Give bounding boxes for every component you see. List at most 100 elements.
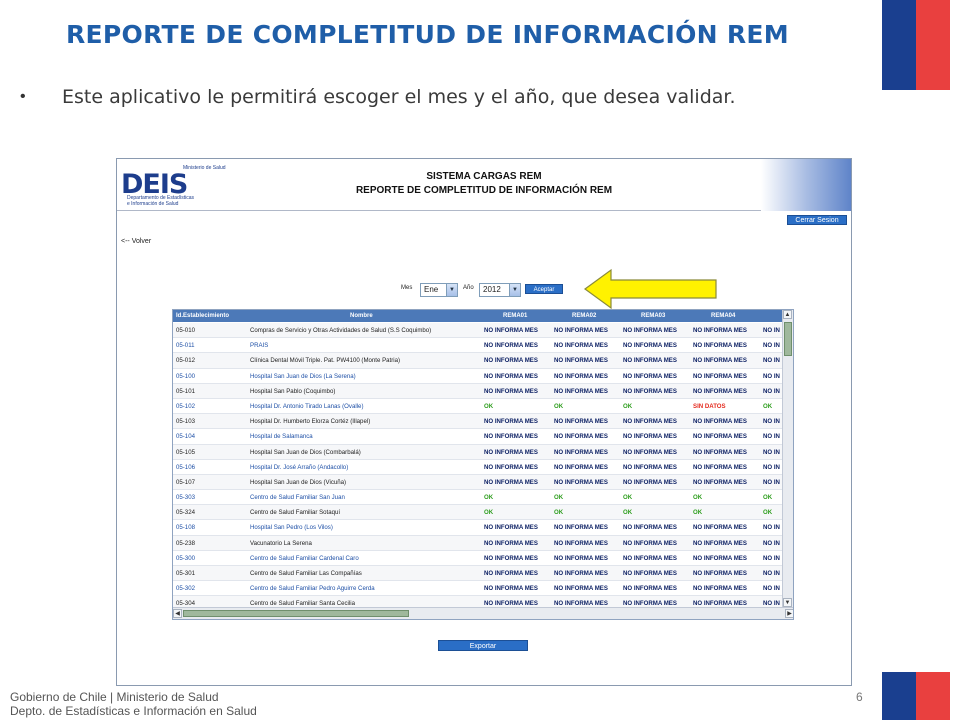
cell-rema01: NO INFORMA MES — [484, 342, 538, 350]
cell-rema02: NO INFORMA MES — [554, 418, 608, 426]
table-row: 05-100 Hospital San Juan de Dios (La Sere… — [173, 369, 783, 384]
export-button[interactable]: Exportar — [438, 640, 528, 651]
flag-stripes-top — [882, 0, 950, 90]
cell-id[interactable]: 05-108 — [176, 524, 195, 531]
slide-title: REPORTE DE COMPLETITUD DE INFORMACIÓN RE… — [66, 20, 789, 49]
flag-blue-stripe — [882, 672, 916, 720]
cell-name[interactable]: Hospital de Salamanca — [250, 433, 313, 440]
cell-name[interactable]: Centro de Salud Familiar San Juan — [250, 494, 345, 501]
cell-rema05: NO IN — [763, 387, 780, 395]
cell-rema05: NO IN — [763, 342, 780, 350]
flag-red-stripe — [916, 672, 950, 720]
cell-rema03: NO INFORMA MES — [623, 478, 677, 486]
cell-rema03: OK — [623, 509, 633, 517]
table-row: 05-108 Hospital San Pedro (Los Vilos) NO I… — [173, 520, 783, 536]
cell-rema01: NO INFORMA MES — [484, 463, 538, 471]
cell-id: 05-238 — [176, 539, 195, 547]
cell-name[interactable]: Centro de Salud Familiar Pedro Aguirre C… — [250, 585, 375, 592]
scroll-down-icon[interactable]: ▼ — [783, 598, 792, 607]
cell-rema02: NO INFORMA MES — [554, 524, 608, 532]
cell-id: 05-105 — [176, 448, 195, 456]
cell-rema01: NO INFORMA MES — [484, 554, 538, 562]
cell-rema04: OK — [693, 509, 703, 517]
cell-name[interactable]: Hospital Dr. José Arraño (Andacollo) — [250, 464, 348, 471]
cell-id[interactable]: 05-102 — [176, 403, 195, 410]
cell-name: Centro de Salud Familiar Sotaquí — [250, 509, 341, 517]
scroll-left-icon[interactable]: ◀ — [173, 609, 182, 618]
cell-name[interactable]: Hospital San Juan de Dios (La Serena) — [250, 373, 356, 380]
cell-rema02: NO INFORMA MES — [554, 463, 608, 471]
cell-rema01: OK — [484, 402, 494, 410]
cell-rema02: NO INFORMA MES — [554, 448, 608, 456]
scroll-up-icon[interactable]: ▲ — [783, 310, 792, 319]
header-name: Nombre — [350, 313, 373, 319]
cell-rema01: NO INFORMA MES — [484, 372, 538, 380]
cell-id[interactable]: 05-106 — [176, 464, 195, 471]
bullet-point: • Este aplicativo le permitirá escoger e… — [20, 86, 736, 108]
cell-name[interactable]: Centro de Salud Familiar Cardenal Caro — [250, 555, 359, 562]
cell-rema05: NO IN — [763, 463, 780, 471]
cell-rema01: OK — [484, 509, 494, 517]
table-row: 05-238 Vacunatorio La Serena NO INFORMA ME… — [173, 535, 783, 551]
cell-rema05: NO IN — [763, 448, 780, 456]
back-link[interactable]: <-- Volver — [121, 238, 151, 245]
cell-id: 05-301 — [176, 570, 195, 577]
vertical-scrollbar[interactable]: ▲ ▼ — [782, 310, 793, 607]
table-row: 05-102 Hospital Dr. Antonio Tirado Lanas … — [173, 399, 783, 415]
table-row: 05-300 Centro de Salud Familiar Cardenal … — [173, 551, 783, 566]
cell-id: 05-107 — [176, 478, 195, 486]
year-select[interactable]: 2012 ▼ — [479, 283, 521, 297]
cell-id[interactable]: 05-100 — [176, 373, 195, 380]
flag-red-stripe — [916, 0, 950, 90]
horizontal-scroll-thumb[interactable] — [183, 610, 409, 617]
header-id: Id.Establecimiento — [176, 313, 230, 319]
cell-rema02: NO INFORMA MES — [554, 342, 608, 350]
cell-rema05: NO IN — [763, 357, 780, 365]
month-select[interactable]: Ene ▼ — [420, 283, 458, 297]
table-row: 05-011 PRAIS NO INFORMA MES NO INFORMA MES N… — [173, 338, 783, 354]
cell-rema02: OK — [554, 494, 564, 502]
cell-id[interactable]: 05-300 — [176, 555, 195, 562]
vertical-scroll-thumb[interactable] — [784, 322, 792, 356]
cell-rema04: NO INFORMA MES — [693, 570, 747, 577]
cell-id[interactable]: 05-303 — [176, 494, 195, 501]
scroll-right-icon[interactable]: ▶ — [785, 609, 793, 618]
horizontal-scrollbar[interactable]: ◀ ▶ — [173, 607, 793, 619]
header-rema02: REMA02 — [572, 313, 597, 319]
cell-id[interactable]: 05-011 — [176, 342, 195, 349]
cell-rema05: OK — [763, 494, 773, 502]
app-header: DEIS Ministerio de Salud Departamento de… — [117, 159, 851, 211]
month-label: Mes — [401, 285, 413, 291]
month-value: Ene — [424, 285, 439, 294]
cell-name: Centro de Salud Familiar Las Compañías — [250, 570, 362, 577]
cell-name[interactable]: Hospital San Pedro (Los Vilos) — [250, 524, 333, 531]
cell-rema02: NO INFORMA MES — [554, 554, 608, 562]
chevron-down-icon[interactable]: ▼ — [509, 284, 520, 296]
cell-id[interactable]: 05-104 — [176, 433, 195, 440]
cell-rema05: NO IN — [763, 433, 780, 441]
cell-name[interactable]: Hospital Dr. Antonio Tirado Lanas (Ovall… — [250, 403, 363, 410]
page-number: 6 — [856, 690, 863, 704]
chevron-down-icon[interactable]: ▼ — [446, 284, 457, 296]
cell-rema04: NO INFORMA MES — [693, 585, 747, 593]
cell-rema04: NO INFORMA MES — [693, 418, 747, 426]
cell-rema01: NO INFORMA MES — [484, 585, 538, 593]
year-value: 2012 — [483, 285, 501, 294]
accept-button[interactable]: Aceptar — [525, 284, 563, 294]
cell-rema02: OK — [554, 402, 564, 410]
cell-name: Compras de Servicio y Otras Actividades … — [250, 327, 432, 334]
flag-blue-stripe — [882, 0, 916, 90]
cell-rema04: NO INFORMA MES — [693, 372, 747, 380]
cell-rema02: NO INFORMA MES — [554, 357, 608, 365]
cell-name[interactable]: PRAIS — [250, 342, 268, 349]
cell-rema04: NO INFORMA MES — [693, 387, 747, 395]
cell-rema04: OK — [693, 494, 703, 502]
system-title: SISTEMA CARGAS REM — [426, 171, 542, 182]
cell-rema05: NO IN — [763, 539, 780, 547]
report-table: Id.Establecimiento Nombre REMA01 REMA02 … — [172, 309, 794, 620]
cell-id: 05-101 — [176, 387, 195, 395]
logout-button[interactable]: Cerrar Sesion — [787, 215, 847, 225]
cell-rema02: NO INFORMA MES — [554, 570, 608, 577]
cell-rema05: OK — [763, 509, 773, 517]
cell-id[interactable]: 05-302 — [176, 585, 195, 592]
